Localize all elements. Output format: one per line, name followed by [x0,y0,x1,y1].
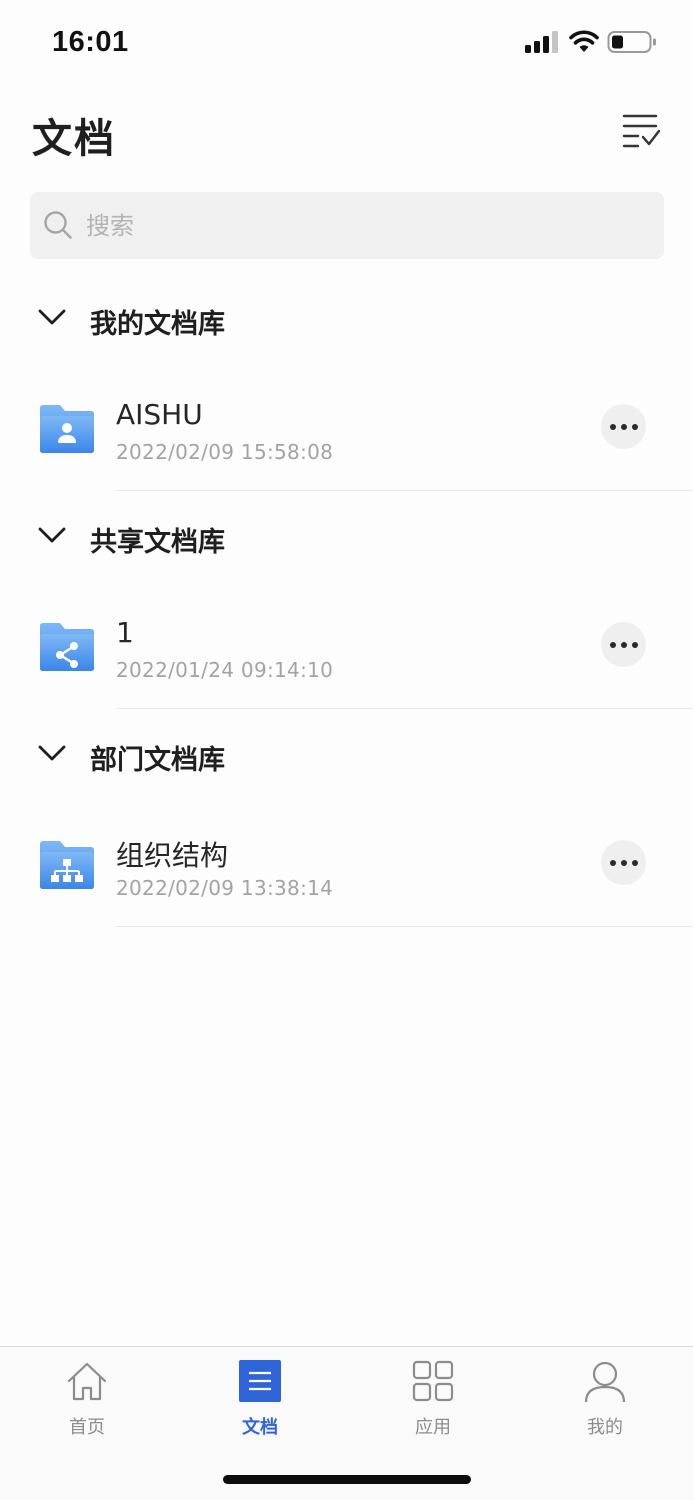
search-input[interactable] [86,192,646,259]
section-header-my-library[interactable]: 我的文档库 [0,288,693,348]
home-indicator[interactable] [223,1475,471,1484]
more-icon [610,424,616,430]
section-title: 我的文档库 [90,309,225,340]
shared-folder-icon [40,623,94,671]
divider [116,926,693,927]
battery-icon [607,31,656,53]
chevron-down-icon [38,309,66,325]
more-options-button[interactable] [601,840,646,885]
department-folder-icon [40,841,94,889]
doc-modified-time: 2022/01/24 09:14:10 [116,658,334,682]
section-header-department-library[interactable]: 部门文档库 [0,724,693,784]
section-title: 共享文档库 [90,527,225,558]
tab-label: 应用 [415,1417,451,1438]
doc-name: 1 [116,616,134,649]
profile-icon [584,1361,626,1403]
home-icon [67,1362,107,1401]
chevron-down-icon [38,745,66,761]
more-icon [621,860,627,866]
status-icons [525,30,665,56]
tab-label: 文档 [242,1417,278,1438]
divider [116,708,693,709]
multi-select-button[interactable] [612,104,668,156]
page-title: 文档 [32,116,116,162]
search-icon [44,211,72,239]
more-icon [621,424,627,430]
doc-name: AISHU [116,398,203,431]
document-icon [239,1360,281,1402]
tab-home[interactable]: 首页 [27,1347,147,1447]
status-time: 16:01 [52,26,129,58]
cellular-signal-icon [525,31,558,53]
doc-name: 组织结构 [116,839,229,872]
more-options-button[interactable] [601,404,646,449]
section-header-shared-library[interactable]: 共享文档库 [0,506,693,566]
more-options-button[interactable] [601,622,646,667]
more-icon [621,642,627,648]
doc-modified-time: 2022/02/09 15:58:08 [116,440,334,464]
chevron-down-icon [38,527,66,543]
more-icon [610,860,616,866]
personal-folder-icon [40,405,94,453]
search-bar[interactable] [30,192,664,259]
doc-modified-time: 2022/02/09 13:38:14 [116,876,334,900]
tab-profile[interactable]: 我的 [545,1347,665,1447]
section-title: 部门文档库 [90,745,225,776]
tab-label: 首页 [69,1417,105,1438]
tab-label: 我的 [587,1417,623,1438]
tab-documents[interactable]: 文档 [200,1347,320,1447]
apps-grid-icon [412,1360,454,1402]
list-item[interactable]: AISHU 2022/02/09 15:58:08 [0,388,693,498]
divider [116,490,693,491]
more-icon [632,424,638,430]
more-icon [632,860,638,866]
more-icon [610,642,616,648]
more-icon [632,642,638,648]
status-bar: 16:01 [0,0,693,90]
list-check-icon [622,114,661,148]
list-item[interactable]: 组织结构 2022/02/09 13:38:14 [0,824,693,934]
tab-apps[interactable]: 应用 [373,1347,493,1447]
wifi-icon [569,30,599,52]
list-item[interactable]: 1 2022/01/24 09:14:10 [0,606,693,716]
documents-screen: 16:01 文档 搜索 我的文档库 AISHU 2022/02/09 15:58… [0,0,693,1500]
